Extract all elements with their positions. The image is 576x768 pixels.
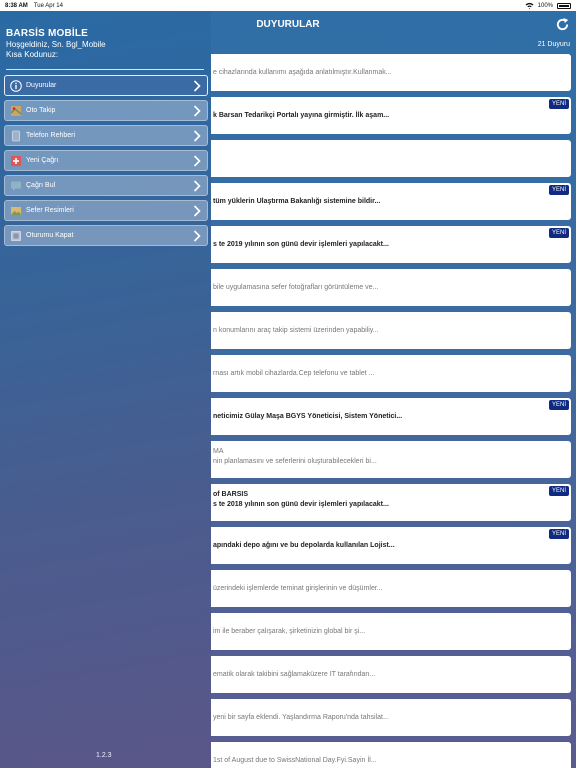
new-badge: YENİ — [548, 99, 569, 109]
drawer-item-label: Telefon Rehberi — [26, 132, 76, 139]
announcement-summary: üzerindeki işlemlerde teminat girişlerin… — [213, 585, 383, 592]
announcement-summary: tüm yüklerin Ulaştırma Bakanlığı sistemi… — [213, 198, 381, 205]
announcement-summary: yeni bir sayfa eklendi. Yaşlandırma Rapo… — [213, 714, 389, 721]
photos-icon — [10, 205, 22, 217]
phone-book-icon — [10, 130, 22, 142]
announcement-summary: rnası artık mobil cihazlarda.Cep telefon… — [213, 370, 375, 377]
wifi-icon — [525, 2, 534, 9]
drawer-divider — [6, 69, 204, 70]
drawer-item-yeni-a-r-[interactable]: Yeni Çağrı — [4, 150, 208, 171]
find-call-icon — [10, 180, 22, 192]
drawer-item--a-r-bul[interactable]: Çağrı Bul — [4, 175, 208, 196]
chevron-right-icon — [193, 230, 201, 242]
announcement-title: MA — [213, 448, 224, 455]
chevron-right-icon — [193, 130, 201, 142]
drawer-item-duyurular[interactable]: Duyurular — [4, 75, 208, 96]
announcement-summary: bile uygulamasına sefer fotoğrafları gör… — [213, 284, 379, 291]
new-badge: YENİ — [548, 400, 569, 410]
drawer-item-label: Çağrı Bul — [26, 182, 56, 189]
announcement-summary: n konumlarını araç takip sistemi üzerind… — [213, 327, 379, 334]
chevron-right-icon — [193, 155, 201, 167]
short-code-label: Kısa Kodunuz: — [6, 50, 59, 59]
status-time: 8:38 AM — [5, 2, 28, 9]
announcement-summary: neticimiz Gülay Maşa BGYS Yöneticisi, Si… — [213, 413, 403, 420]
drawer-item-sefer-resimleri[interactable]: Sefer Resimleri — [4, 200, 208, 221]
map-icon — [10, 105, 22, 117]
refresh-icon[interactable] — [555, 17, 570, 32]
announcement-summary: nin planlamasını ve seferlerini oluştura… — [213, 458, 377, 465]
page-title: DUYURULAR — [256, 19, 320, 30]
announcement-summary: ematik olarak takibini sağlamaküzere IT … — [213, 671, 376, 678]
drawer-item-telefon-rehberi[interactable]: Telefon Rehberi — [4, 125, 208, 146]
announcement-summary: s te 2018 yılının son günü devir işlemle… — [213, 501, 389, 508]
chevron-right-icon — [193, 105, 201, 117]
welcome-text: Hoşgeldiniz, Sn. Bgl_Mobile — [6, 40, 106, 49]
announcement-summary: 1st of August due to SwissNational Day.F… — [213, 757, 377, 764]
side-drawer: BARSİS MOBİLE Hoşgeldiniz, Sn. Bgl_Mobil… — [0, 11, 211, 768]
drawer-item-label: Sefer Resimleri — [26, 207, 74, 214]
announcement-summary: apındaki depo ağını ve bu depolarda kull… — [213, 542, 395, 549]
announcement-summary: k Barsan Tedarikçi Portalı yayına girmiş… — [213, 112, 390, 119]
drawer-item-label: Oturumu Kapat — [26, 232, 74, 239]
logout-icon — [10, 230, 22, 242]
app-name: BARSİS MOBİLE — [6, 28, 89, 39]
drawer-item-label: Duyurular — [26, 82, 57, 89]
drawer-menu: Duyurular Oto Takip Telefon Rehberi Yeni Ça… — [4, 75, 208, 250]
status-date: Tue Apr 14 — [33, 2, 63, 9]
new-badge: YENİ — [548, 185, 569, 195]
new-badge: YENİ — [548, 486, 569, 496]
info-icon — [10, 79, 22, 92]
new-badge: YENİ — [548, 529, 569, 539]
battery-icon — [557, 2, 571, 9]
drawer-item-oturumu-kapat[interactable]: Oturumu Kapat — [4, 225, 208, 246]
new-call-icon — [10, 155, 22, 167]
chevron-right-icon — [193, 205, 201, 217]
announcement-summary: im ile beraber çalışarak, şirketinizin g… — [213, 628, 366, 635]
announcement-title: of BARSIS — [213, 491, 248, 498]
drawer-item-oto-takip[interactable]: Oto Takip — [4, 100, 208, 121]
announcement-summary: s te 2019 yılının son günü devir işlemle… — [213, 241, 389, 248]
announcement-summary: e cihazlarında kullanımı aşağıda anlatıl… — [213, 69, 392, 76]
status-bar: 8:38 AM Tue Apr 14 100% — [0, 0, 576, 11]
chevron-right-icon — [193, 180, 201, 192]
app-version: 1.2.3 — [96, 752, 112, 759]
announcement-count: 21 Duyuru — [537, 41, 570, 48]
battery-percent: 100% — [537, 2, 553, 9]
drawer-item-label: Oto Takip — [26, 107, 56, 114]
chevron-right-icon — [193, 80, 201, 92]
new-badge: YENİ — [548, 228, 569, 238]
drawer-item-label: Yeni Çağrı — [26, 157, 59, 164]
